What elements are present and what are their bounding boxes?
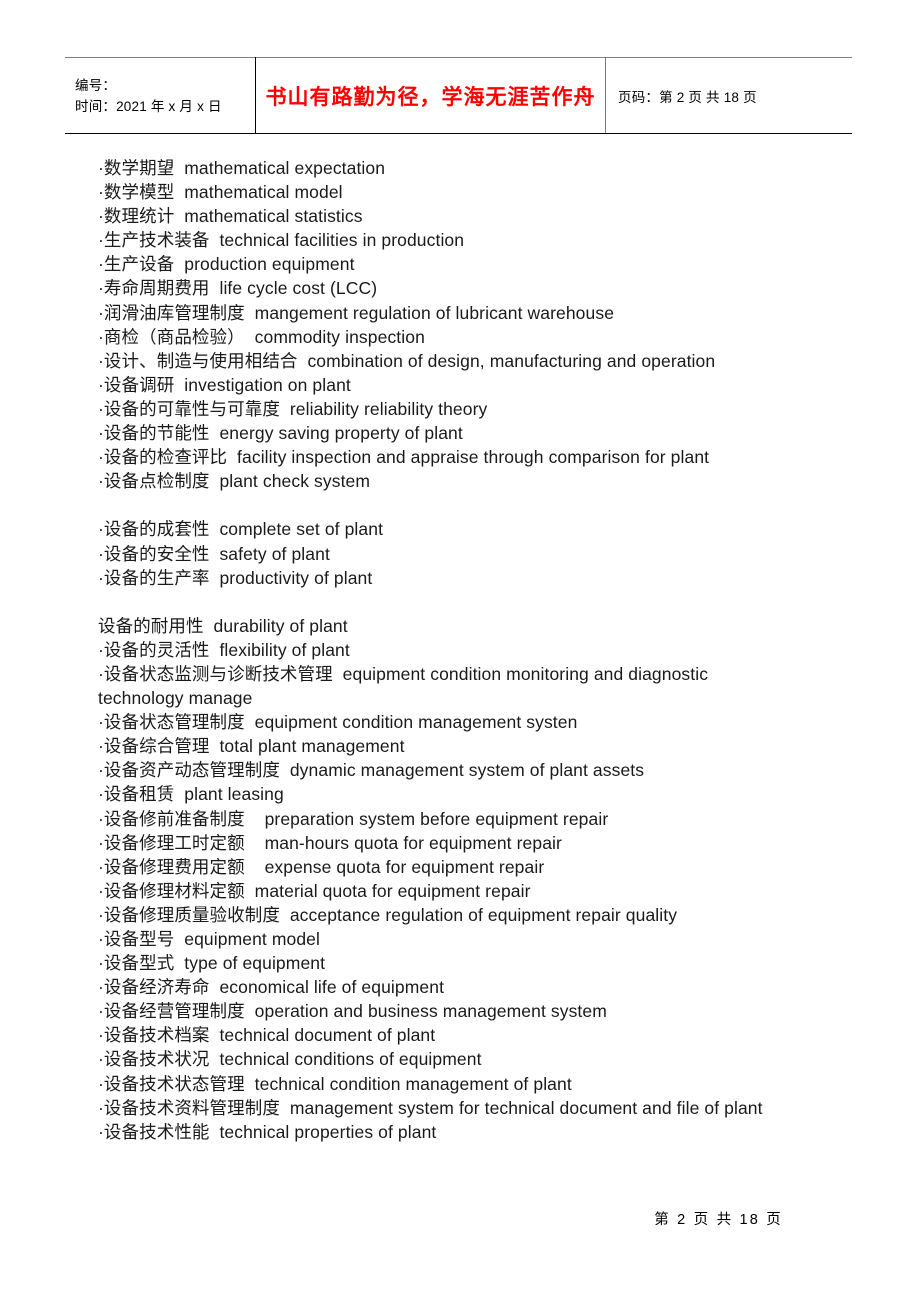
glossary-line: ·设备租赁 plant leasing bbox=[98, 784, 284, 805]
glossary-line: ·润滑油库管理制度 mangement regulation of lubric… bbox=[98, 302, 615, 323]
header-row: 编号： 时间：2021 年 x 月 x 日 书山有路勤为径，学海无涯苦作舟 页码… bbox=[65, 57, 852, 134]
document-body: ·数学期望 mathematical expectation ·数学模型 math… bbox=[98, 156, 788, 1144]
glossary-line: ·设备的检查评比 facility inspection and apprais… bbox=[98, 447, 710, 468]
glossary-line: ·商检（商品检验） commodity inspection bbox=[98, 326, 425, 347]
glossary-line: ·设备资产动态管理制度 dynamic management system of… bbox=[98, 760, 645, 781]
glossary-line: ·设备的节能性 energy saving property of plant bbox=[98, 423, 463, 444]
glossary-line: ·设备修理材料定额 material quota for equipment r… bbox=[98, 880, 531, 901]
footer-page-number: 第 2 页 共 18 页 bbox=[654, 1212, 783, 1228]
glossary-line: ·数学模型 mathematical model bbox=[98, 182, 343, 203]
glossary-line: ·设备型号 equipment model bbox=[98, 929, 321, 949]
header-cell-motto: 书山有路勤为径，学海无涯苦作舟 bbox=[255, 57, 606, 134]
glossary-line: ·设备的安全性 safety of plant bbox=[98, 543, 330, 564]
page-footer: 第 2 页 共 18 页 bbox=[0, 1208, 920, 1229]
glossary-line: ·设备的灵活性 flexibility of plant bbox=[98, 639, 350, 660]
glossary-line: ·设备技术档案 technical document of plant bbox=[98, 1025, 436, 1046]
glossary-line: ·设备技术状况 technical conditions of equipmen… bbox=[98, 1049, 482, 1070]
glossary-line: ·设计、制造与使用相结合 combination of design, manu… bbox=[98, 350, 716, 371]
header-cell-document-id: 编号： 时间：2021 年 x 月 x 日 bbox=[65, 57, 256, 134]
glossary-line: ·设备修理费用定额 expense quota for equipment re… bbox=[98, 856, 545, 877]
glossary-line: ·设备的成套性 complete set of plant bbox=[98, 519, 384, 540]
header-cell-page-info: 页码：第 2 页 共 18 页 bbox=[605, 57, 852, 134]
glossary-line: ·设备技术性能 technical properties of plant bbox=[98, 1121, 437, 1142]
motto-text: 书山有路勤为径，学海无涯苦作舟 bbox=[265, 84, 596, 109]
glossary-line: ·寿命周期费用 life cycle cost (LCC) bbox=[98, 278, 378, 299]
glossary-line: ·设备型式 type of equipment bbox=[98, 953, 326, 974]
glossary-line: ·设备调研 investigation on plant bbox=[98, 374, 351, 395]
glossary-line: ·设备的可靠性与可靠度 reliability reliability theo… bbox=[98, 398, 488, 419]
document-id-label: 编号： bbox=[75, 77, 117, 93]
glossary-line: ·设备技术状态管理 technical condition management… bbox=[98, 1073, 572, 1094]
glossary-line: 设备的耐用性 durability of plant bbox=[98, 615, 348, 636]
glossary-line: ·设备经营管理制度 operation and business managem… bbox=[98, 1001, 607, 1022]
header-page-info: 页码：第 2 页 共 18 页 bbox=[618, 89, 757, 105]
glossary-line: ·设备技术资料管理制度 management system for techni… bbox=[98, 1097, 763, 1118]
glossary-line: ·设备修理质量验收制度 acceptance regulation of equ… bbox=[98, 904, 678, 925]
glossary-line: ·数理统计 mathematical statistics bbox=[98, 206, 363, 227]
document-date-label: 时间：2021 年 x 月 x 日 bbox=[75, 98, 222, 114]
glossary-line: ·生产技术装备 technical facilities in producti… bbox=[98, 230, 465, 251]
glossary-line: ·生产设备 production equipment bbox=[98, 254, 355, 275]
glossary-line: ·设备的生产率 productivity of plant bbox=[98, 567, 373, 588]
glossary-line: ·设备修前准备制度 preparation system before equi… bbox=[98, 808, 609, 829]
glossary-line: ·设备修理工时定额 man-hours quota for equipment … bbox=[98, 832, 562, 853]
glossary-line: ·数学期望 mathematical expectation bbox=[98, 158, 386, 178]
glossary-line: ·设备经济寿命 economical life of equipment bbox=[98, 977, 445, 998]
glossary-line: ·设备状态管理制度 equipment condition management… bbox=[98, 712, 578, 733]
glossary-line: ·设备综合管理 total plant management bbox=[98, 736, 405, 757]
page-header-table: 编号： 时间：2021 年 x 月 x 日 书山有路勤为径，学海无涯苦作舟 页码… bbox=[65, 57, 852, 134]
glossary-line: ·设备状态监测与诊断技术管理 equipment condition monit… bbox=[98, 663, 714, 709]
glossary-line: ·设备点检制度 plant check system bbox=[98, 471, 371, 492]
